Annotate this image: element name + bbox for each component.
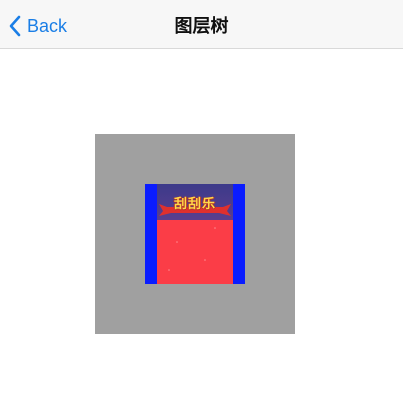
root-layer[interactable]: 刮刮乐 [95,134,295,334]
navigation-bar: Back 图层树 [0,0,403,49]
scratch-card-image: 刮刮乐 [157,184,233,284]
card-body [157,220,233,284]
layer-tree-screen: Back 图层树 刮刮乐 [0,0,403,416]
card-header: 刮刮乐 [157,184,233,220]
child-layer[interactable]: 刮刮乐 [145,184,245,284]
page-title: 图层树 [174,16,229,36]
sparkle-decoration [168,227,216,271]
card-logo-text: 刮刮乐 [173,196,216,211]
